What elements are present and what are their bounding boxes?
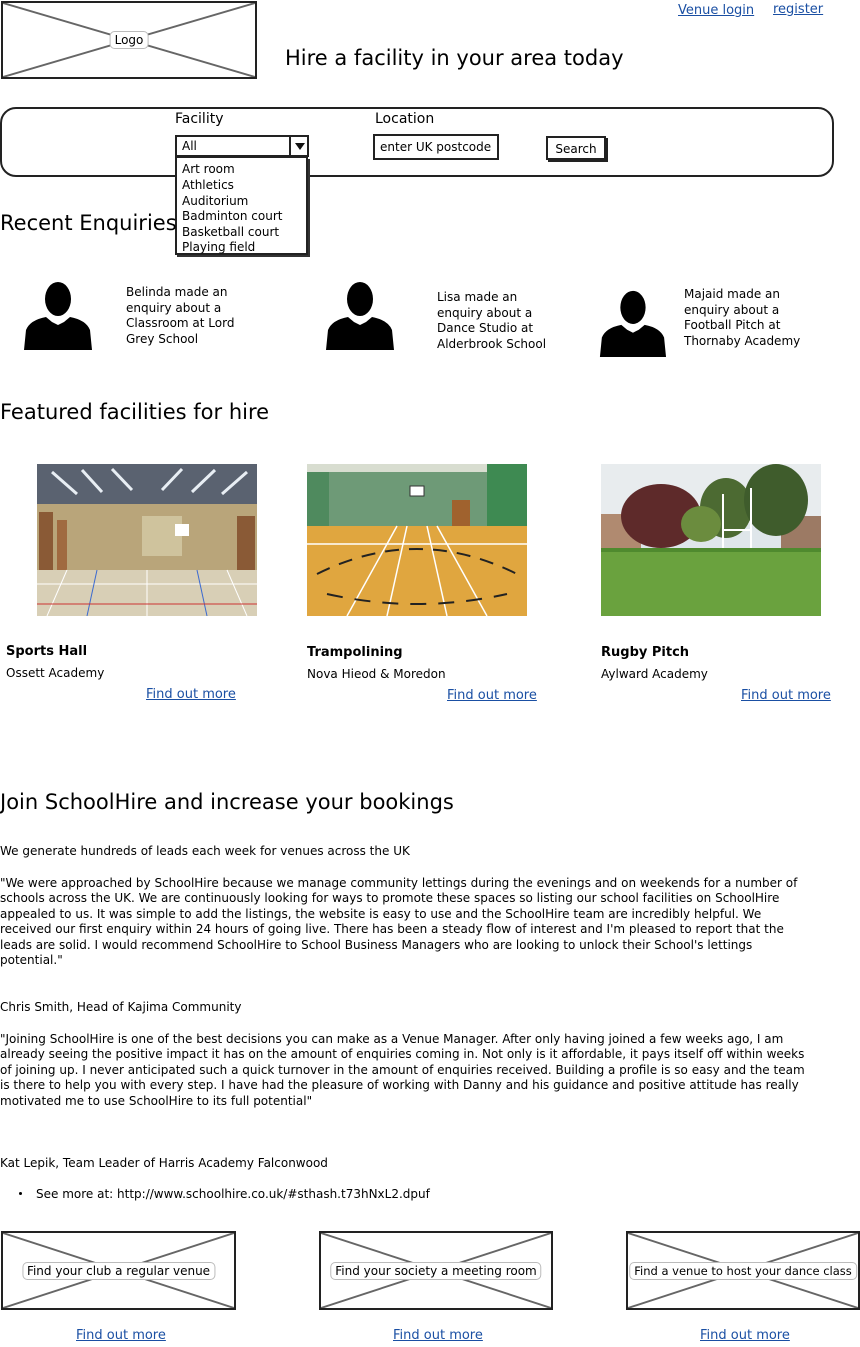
logo-label: Logo bbox=[109, 31, 149, 49]
promo-label: Find your club a regular venue bbox=[21, 1261, 216, 1280]
enquiry-text: Lisa made an enquiry about a Dance Studi… bbox=[437, 290, 547, 351]
find-out-more-link[interactable]: Find out more bbox=[447, 688, 537, 703]
dropdown-option[interactable]: Auditorium bbox=[182, 194, 248, 208]
sports-hall-photo[interactable] bbox=[37, 464, 257, 616]
testimonial-author: Chris Smith, Head of Kajima Community bbox=[0, 1000, 242, 1014]
venue-login-link[interactable]: Venue login bbox=[678, 3, 754, 18]
dropdown-option[interactable]: Badminton court bbox=[182, 209, 282, 223]
find-out-more-link[interactable]: Find out more bbox=[146, 687, 236, 702]
person-silhouette-icon bbox=[24, 282, 92, 350]
recent-enquiries-title: Recent Enquiries bbox=[0, 211, 177, 235]
see-more-text: See more at: http://www.schoolhire.co.uk… bbox=[36, 1187, 430, 1201]
register-link[interactable]: register bbox=[773, 2, 823, 17]
logo-placeholder[interactable]: Logo bbox=[1, 1, 257, 79]
promo-label: Find a venue to host your dance class bbox=[629, 1261, 857, 1280]
facility-venue: Ossett Academy bbox=[6, 666, 105, 680]
dropdown-option[interactable]: Basketball court bbox=[182, 225, 279, 239]
promo-find-out-more-link[interactable]: Find out more bbox=[700, 1328, 790, 1343]
dropdown-option[interactable]: Art room bbox=[182, 162, 235, 176]
facility-venue: Nova Hieod & Moredon bbox=[307, 667, 446, 681]
facility-label: Facility bbox=[175, 111, 224, 127]
facility-selected-value: All bbox=[182, 139, 197, 153]
person-silhouette-icon bbox=[599, 290, 667, 357]
join-intro: We generate hundreds of leads each week … bbox=[0, 844, 410, 858]
promo-label: Find your society a meeting room bbox=[330, 1261, 542, 1280]
dropdown-option[interactable]: Athletics bbox=[182, 178, 234, 192]
person-silhouette-icon bbox=[326, 282, 394, 350]
see-more-bullet bbox=[19, 1192, 22, 1195]
facility-dropdown-list: Art room Athletics Auditorium Badminton … bbox=[175, 157, 308, 255]
featured-title: Featured facilities for hire bbox=[0, 400, 270, 424]
dropdown-option[interactable]: Playing field bbox=[182, 240, 255, 254]
enquiry-text: Belinda made an enquiry about a Classroo… bbox=[126, 285, 235, 346]
testimonial-quote: "We were approached by SchoolHire becaus… bbox=[0, 876, 798, 968]
search-button[interactable]: Search bbox=[546, 136, 606, 160]
enquiry-text: Majaid made an enquiry about a Football … bbox=[684, 287, 801, 348]
triangle-down-icon bbox=[295, 143, 305, 150]
avatar bbox=[597, 287, 667, 357]
promo-placeholder[interactable]: Find your society a meeting room bbox=[319, 1231, 553, 1310]
search-button-label: Search bbox=[555, 142, 597, 156]
find-out-more-link[interactable]: Find out more bbox=[741, 688, 831, 703]
facility-select[interactable]: All bbox=[175, 135, 309, 157]
facility-name: Trampolining bbox=[307, 645, 403, 660]
promo-placeholder[interactable]: Find your club a regular venue bbox=[1, 1231, 236, 1310]
testimonial-author: Kat Lepik, Team Leader of Harris Academy… bbox=[0, 1156, 328, 1170]
avatar bbox=[324, 278, 394, 350]
facility-name: Sports Hall bbox=[6, 644, 88, 659]
promo-placeholder[interactable]: Find a venue to host your dance class bbox=[626, 1231, 860, 1310]
join-title: Join SchoolHire and increase your bookin… bbox=[0, 790, 454, 814]
rugby-pitch-photo[interactable] bbox=[601, 464, 821, 616]
facility-venue: Aylward Academy bbox=[601, 667, 708, 681]
testimonial-quote: "Joining SchoolHire is one of the best d… bbox=[0, 1032, 805, 1108]
location-label: Location bbox=[375, 111, 435, 127]
promo-find-out-more-link[interactable]: Find out more bbox=[76, 1328, 166, 1343]
facility-name: Rugby Pitch bbox=[601, 645, 690, 660]
avatar bbox=[22, 278, 92, 350]
page-tagline: Hire a facility in your area today bbox=[285, 46, 624, 70]
location-input[interactable]: enter UK postcode bbox=[373, 134, 499, 160]
promo-find-out-more-link[interactable]: Find out more bbox=[393, 1328, 483, 1343]
location-input-value: enter UK postcode bbox=[380, 140, 492, 154]
dropdown-toggle[interactable] bbox=[289, 137, 307, 155]
trampolining-photo[interactable] bbox=[307, 464, 527, 616]
